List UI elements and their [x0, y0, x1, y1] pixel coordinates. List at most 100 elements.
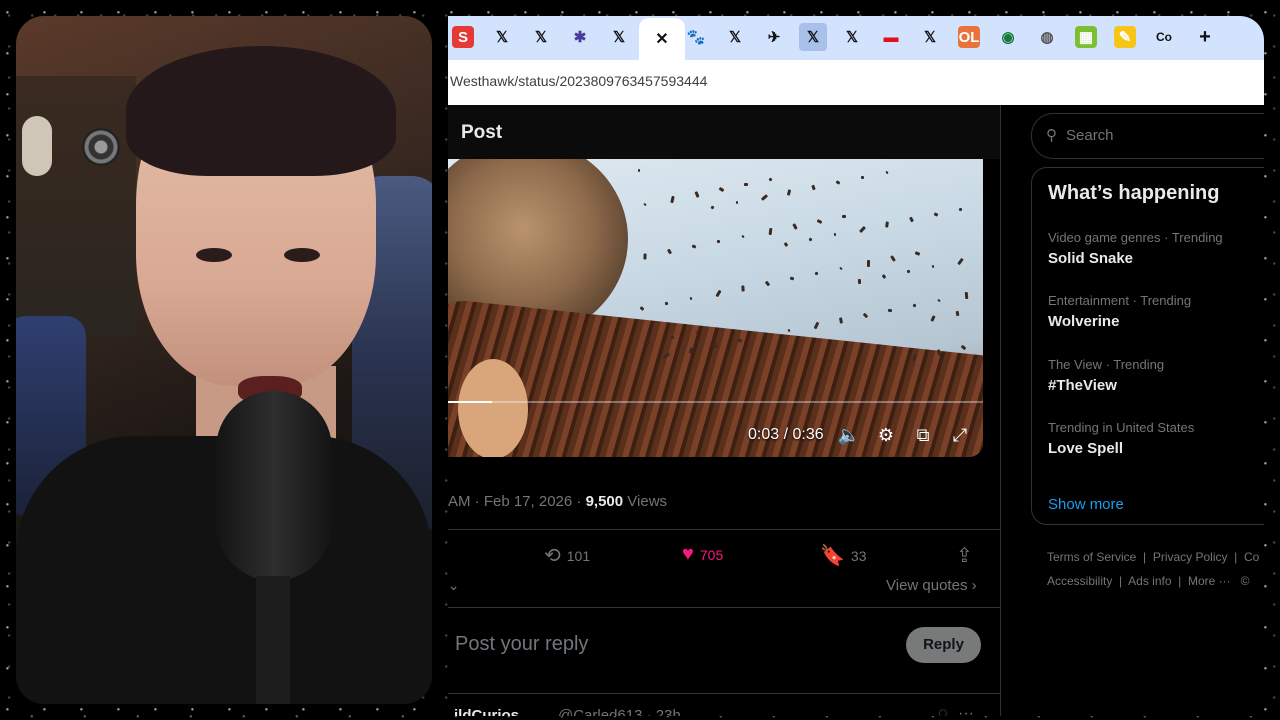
debris-speck: [638, 169, 640, 172]
trend-name: Wolverine: [1048, 313, 1120, 330]
share-icon[interactable]: ⇪: [956, 543, 973, 568]
debris-speck: [666, 248, 673, 255]
trend-category: Entertainment · Trending: [1048, 293, 1192, 308]
picture-in-picture-icon[interactable]: ⧉: [911, 423, 935, 447]
privacy-link[interactable]: Privacy Policy: [1153, 550, 1228, 564]
debris-speck: [691, 244, 697, 249]
terms-link[interactable]: Terms of Service: [1047, 550, 1136, 564]
debris-speck: [814, 271, 819, 276]
debris-speck: [964, 291, 969, 300]
repost-button[interactable]: ⟲ 101: [544, 543, 590, 568]
more-link[interactable]: More ···: [1188, 574, 1231, 588]
trend-item[interactable]: Trending in United States Love Spell: [1048, 420, 1264, 457]
bookmark-count: 33: [850, 547, 867, 564]
bookmark-button[interactable]: 🔖 33: [820, 543, 866, 568]
url-text[interactable]: Westhawk/status/2023809763457593444: [450, 73, 707, 89]
tab-x-6-icon[interactable]: 𝕏: [841, 26, 863, 48]
debris-speck: [813, 321, 820, 330]
debris-speck: [909, 216, 914, 223]
like-count: 705: [699, 546, 724, 563]
debris-speck: [786, 189, 792, 196]
background-speaker: [82, 128, 120, 166]
ads-info-link[interactable]: Ads info: [1128, 574, 1171, 588]
settings-gear-icon[interactable]: ⚙: [874, 423, 898, 447]
trend-name: Solid Snake: [1048, 250, 1134, 267]
tab-active-close[interactable]: ✕: [639, 18, 685, 60]
debris-speck: [816, 219, 823, 224]
tab-yellow-icon[interactable]: ✎: [1114, 26, 1136, 48]
debris-speck: [866, 259, 871, 268]
address-bar[interactable]: Westhawk/status/2023809763457593444: [448, 60, 1264, 105]
repost-icon: ⟲: [544, 545, 561, 567]
tab-wiki-icon[interactable]: ◉: [997, 26, 1019, 48]
page-title: Post: [461, 122, 503, 143]
debris-speck: [937, 298, 941, 303]
debris-speck: [859, 225, 866, 234]
tab-red-icon[interactable]: ▬: [880, 26, 902, 48]
debris-speck: [664, 301, 669, 306]
view-quotes-link[interactable]: View quotes ›: [886, 577, 977, 594]
tab-ol-icon[interactable]: OL: [958, 26, 980, 48]
tab-paw-icon[interactable]: 🐾: [685, 26, 707, 48]
debris-speck: [914, 251, 921, 256]
video-progress-fill: [448, 401, 492, 403]
show-more-link[interactable]: Show more: [1048, 496, 1124, 513]
fullscreen-icon[interactable]: ⤢: [948, 423, 972, 447]
trend-item[interactable]: Entertainment · Trending Wolverine: [1048, 293, 1264, 330]
tab-x-3-icon[interactable]: 𝕏: [608, 26, 630, 48]
new-tab-button[interactable]: +: [1194, 26, 1216, 48]
tab-x-5-icon[interactable]: 𝕏: [799, 23, 827, 51]
video-player[interactable]: 0:03 / 0:36 🔈 ⚙ ⧉ ⤢: [448, 159, 983, 457]
debris-speck: [958, 207, 963, 212]
volume-icon[interactable]: 🔈: [837, 423, 861, 447]
tab-fly-icon[interactable]: ✈: [763, 26, 785, 48]
tab-globe-icon[interactable]: ◍: [1036, 26, 1058, 48]
grok-icon[interactable]: ◌: [938, 705, 948, 716]
tab-scribd-icon[interactable]: S: [452, 26, 474, 48]
debris-speck: [783, 242, 789, 247]
post-actions: ⟲ 101 ♥ 705 🔖 33 ⇪: [448, 537, 1000, 573]
debris-speck: [787, 328, 791, 333]
browser-window: S 𝕏 𝕏 ✱ 𝕏 ✕ 🐾 𝕏 ✈ 𝕏 𝕏 ▬ 𝕏 OL ◉ ◍ ▦ ✎ Co + Westhawk/status/2…: [448, 16, 1264, 716]
debris-speck: [890, 255, 896, 262]
debris-speck: [743, 182, 749, 187]
tab-x-1-icon[interactable]: 𝕏: [491, 26, 513, 48]
reply-button[interactable]: Reply: [906, 627, 981, 663]
reply-sort-dropdown[interactable]: nt⌄: [448, 577, 459, 594]
debris-speck: [887, 308, 893, 313]
like-button[interactable]: ♥ 705: [682, 543, 723, 566]
presenter-hair: [126, 46, 396, 176]
tab-green-icon[interactable]: ▦: [1075, 26, 1097, 48]
trend-item[interactable]: Video game genres · Trending Solid Snake: [1048, 230, 1264, 267]
tab-ext-icon[interactable]: ✱: [569, 26, 591, 48]
post-header: Post: [448, 105, 1000, 159]
tab-x-7-icon[interactable]: 𝕏: [919, 26, 941, 48]
debris-speck: [689, 296, 693, 301]
debris-speck: [643, 202, 647, 207]
debris-speck: [835, 180, 841, 185]
views-label: Views: [623, 493, 668, 510]
tab-x-2-icon[interactable]: 𝕏: [530, 26, 552, 48]
debris-speck: [735, 200, 739, 205]
accessibility-link[interactable]: Accessibility: [1047, 574, 1112, 588]
more-options-icon[interactable]: ···: [958, 705, 974, 716]
divider: [448, 529, 1000, 530]
reply-input[interactable]: Post your reply: [455, 633, 588, 656]
tab-co-icon[interactable]: Co: [1153, 26, 1175, 48]
cookie-link[interactable]: Co: [1244, 550, 1259, 564]
debris-speck: [881, 274, 887, 279]
trend-name: Love Spell: [1048, 440, 1124, 457]
video-progress-bar[interactable]: [448, 401, 983, 403]
debris-speck: [716, 239, 721, 244]
search-placeholder: Search: [1066, 127, 1114, 144]
presenter-eye: [196, 248, 232, 262]
debris-speck: [906, 269, 911, 274]
copyright: ©: [1240, 574, 1250, 588]
reply-author-name[interactable]: ildCurios: [454, 707, 519, 716]
microphone-stand: [256, 576, 290, 704]
post-timestamp[interactable]: AM · Feb 17, 2026 ·: [448, 493, 586, 510]
trend-item[interactable]: The View · Trending #TheView: [1048, 357, 1264, 394]
search-input[interactable]: ⚲ Search: [1031, 113, 1264, 159]
post-meta: AM · Feb 17, 2026 · 9,500 Views: [448, 493, 667, 510]
tab-x-4-icon[interactable]: 𝕏: [724, 26, 746, 48]
